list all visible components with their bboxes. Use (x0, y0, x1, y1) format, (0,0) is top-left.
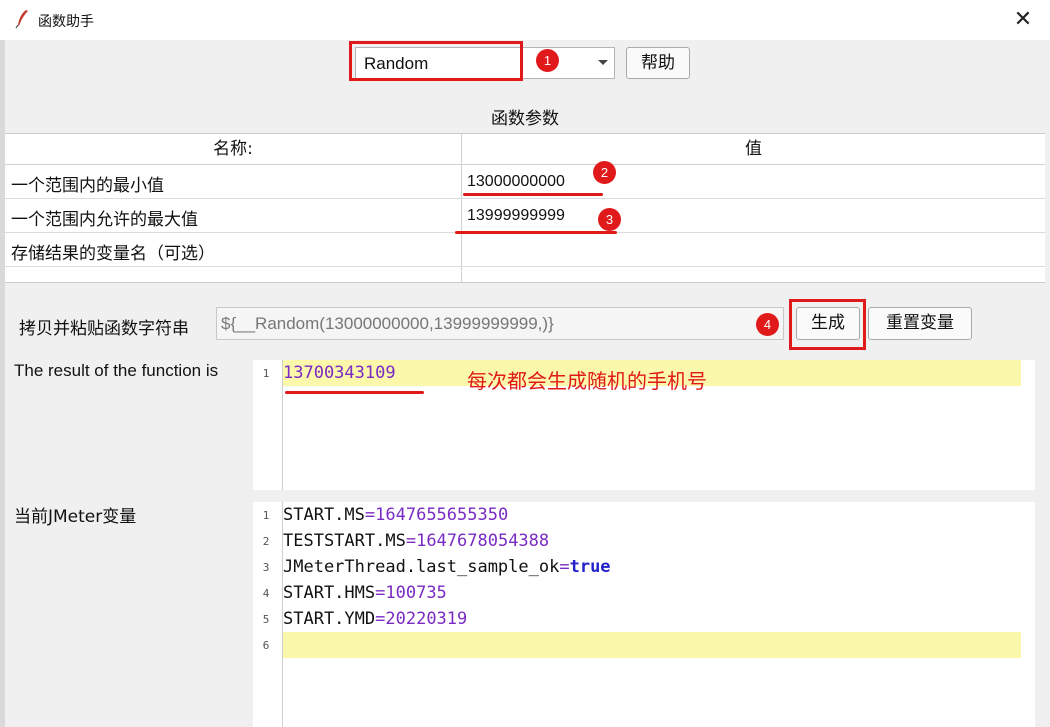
chevron-down-icon[interactable] (598, 60, 608, 65)
variable-equals: = (559, 557, 570, 577)
param-name: 一个范围内的最小值 (11, 176, 164, 196)
annotation-note: 每次都会生成随机的手机号 (467, 369, 707, 393)
variable-equals: = (364, 505, 376, 525)
variable-value: 1647678054388 (416, 531, 550, 551)
line-number: 1 (262, 509, 270, 522)
line-number: 4 (262, 587, 270, 600)
window-title: 函数助手 (38, 14, 94, 30)
annotation-marker: 1 (536, 49, 559, 72)
variable-key: START.MS (283, 505, 365, 525)
reset-variables-button[interactable]: 重置变量 (868, 307, 972, 340)
line-number: 5 (262, 613, 270, 626)
variable-line: TESTSTART.MS=1647678054388 (283, 528, 549, 554)
variable-line: JMeterThread.last_sample_ok=true (283, 554, 611, 580)
table-row: 存储结果的变量名（可选） (5, 233, 1045, 267)
variable-key: TESTSTART.MS (283, 531, 406, 551)
variable-value: true (569, 557, 611, 577)
variable-line: START.HMS=100735 (283, 580, 447, 606)
annotation-underline (463, 193, 603, 196)
variable-key: JMeterThread.last_sample_ok (283, 557, 560, 577)
annotation-marker: 2 (593, 161, 616, 184)
feather-icon (15, 10, 28, 29)
current-line-highlight (283, 632, 1021, 658)
variable-key: START.HMS (283, 583, 376, 603)
line-number: 3 (262, 561, 270, 574)
variable-line: START.YMD=20220319 (283, 606, 467, 632)
help-button[interactable]: 帮助 (626, 47, 690, 79)
variable-equals: = (405, 531, 417, 551)
right-edge (1045, 40, 1050, 727)
variable-line: START.MS=1647655655350 (283, 502, 508, 528)
variable-key: START.YMD (283, 609, 376, 629)
annotation-box-generate (789, 299, 866, 350)
annotation-box-function (349, 41, 523, 81)
variable-value: 20220319 (385, 609, 468, 629)
param-name: 一个范围内允许的最大值 (11, 210, 198, 230)
close-button[interactable]: ✕ (1008, 6, 1038, 34)
line-number: 1 (262, 367, 270, 380)
variables-label: 当前JMeter变量 (14, 507, 137, 527)
title-bar: 函数助手 ✕ (0, 0, 1050, 40)
variable-value: 1647655655350 (375, 505, 509, 525)
function-string-field[interactable]: ${__Random(13000000000,13999999999,)} (216, 307, 784, 340)
column-header-value: 值 (462, 134, 1045, 165)
param-value-field[interactable]: 13999999999 (467, 207, 565, 225)
param-value-field[interactable]: 13000000000 (467, 173, 565, 191)
result-label: The result of the function is (14, 361, 219, 380)
param-name: 存储结果的变量名（可选） (11, 244, 215, 264)
params-section-title: 函数参数 (491, 109, 559, 129)
annotation-underline (285, 391, 424, 394)
line-number: 6 (262, 639, 270, 652)
column-header-name: 名称: (5, 134, 461, 165)
table-row: 一个范围内允许的最大值 13999999999 (5, 199, 1045, 233)
line-number: 2 (262, 535, 270, 548)
copy-label: 拷贝并粘贴函数字符串 (19, 319, 189, 339)
result-value: 13700343109 (283, 363, 396, 383)
variable-equals: = (375, 583, 386, 603)
annotation-underline (455, 231, 617, 234)
variable-equals: = (375, 609, 386, 629)
variable-value: 100735 (385, 583, 447, 603)
variables-editor[interactable]: 1 START.MS=1647655655350 2 TESTSTART.MS=… (253, 502, 1035, 727)
annotation-marker: 3 (598, 208, 621, 231)
annotation-marker: 4 (756, 313, 779, 336)
params-table: 名称: 值 一个范围内的最小值 13000000000 一个范围内允许的最大值 … (5, 133, 1045, 283)
